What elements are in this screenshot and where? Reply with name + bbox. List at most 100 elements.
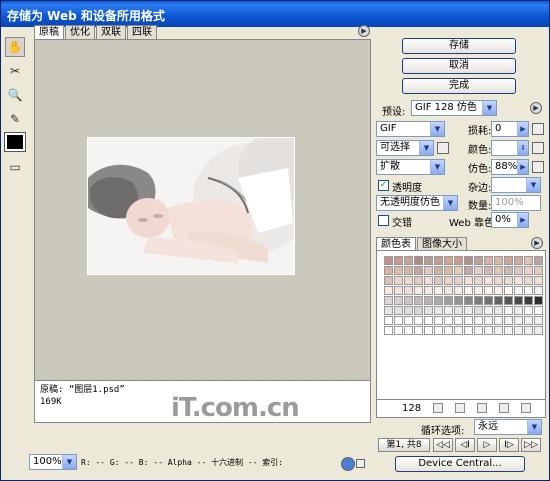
color-table-menu-button[interactable]: ▶ [531,237,543,249]
color-swatch[interactable] [474,306,483,315]
transparency-dither-select[interactable]: 无透明度仿色 ▼ [376,195,458,211]
color-swatch[interactable] [514,306,523,315]
transparency-checkbox[interactable]: ✓ [378,180,389,191]
optimize-menu-button[interactable]: ▶ [530,102,542,114]
tab-image-size[interactable]: 图像大小 [417,237,467,251]
done-button[interactable]: 完成 [402,78,516,94]
color-swatch[interactable] [384,306,393,315]
color-swatch[interactable] [414,316,423,325]
tab-optimized[interactable]: 优化 [65,25,95,39]
eyedropper-color-swatch[interactable] [4,132,26,152]
color-swatch[interactable] [484,316,493,325]
color-swatch[interactable] [464,306,473,315]
color-swatch[interactable] [414,306,423,315]
dither-mask-icon[interactable] [532,161,544,173]
amount-field[interactable]: 100% [491,195,541,211]
lock-color-icon[interactable] [477,403,487,413]
color-swatch[interactable] [404,316,413,325]
color-swatch[interactable] [484,286,493,295]
color-swatch[interactable] [454,286,463,295]
color-swatch[interactable] [504,276,513,285]
color-swatch[interactable] [444,306,453,315]
color-swatch[interactable] [504,316,513,325]
color-swatch[interactable] [424,286,433,295]
color-swatch[interactable] [504,306,513,315]
color-swatch[interactable] [384,316,393,325]
color-swatch[interactable] [504,286,513,295]
color-swatch[interactable] [404,296,413,305]
color-swatch[interactable] [484,276,493,285]
color-swatch[interactable] [414,266,423,275]
color-swatch[interactable] [494,316,503,325]
color-swatch[interactable] [524,326,533,335]
tab-2up[interactable]: 双联 [96,25,126,39]
color-swatch[interactable] [504,256,513,265]
image-preview-area[interactable] [34,39,371,381]
color-swatch[interactable] [424,256,433,265]
color-swatch[interactable] [454,266,463,275]
color-swatch[interactable] [454,306,463,315]
zoom-tool[interactable]: 🔍 [5,85,25,105]
color-swatch[interactable] [424,316,433,325]
preview-menu-button[interactable]: ▶ [358,25,370,37]
color-swatch[interactable] [454,316,463,325]
color-swatch[interactable] [434,266,443,275]
play-button[interactable]: ▷ [477,438,497,452]
device-central-button[interactable]: Device Central... [395,456,525,472]
color-swatch[interactable] [424,276,433,285]
color-swatch[interactable] [444,266,453,275]
color-swatch[interactable] [534,276,543,285]
color-swatch[interactable] [514,296,523,305]
color-swatch[interactable] [394,296,403,305]
color-swatch[interactable] [494,266,503,275]
color-swatch[interactable] [494,326,503,335]
trash-icon[interactable] [521,403,531,413]
color-swatch[interactable] [434,286,443,295]
zoom-select[interactable]: 100% ▼ [29,454,77,470]
tab-original[interactable]: 原稿 [34,25,64,39]
color-swatch[interactable] [404,276,413,285]
color-swatch[interactable] [454,256,463,265]
color-swatch[interactable] [454,276,463,285]
color-swatch[interactable] [404,326,413,335]
reduction-mask-icon[interactable] [437,142,449,154]
color-swatch[interactable] [394,326,403,335]
color-swatch[interactable] [474,276,483,285]
loop-options-select[interactable]: 永远 ▼ [474,419,542,435]
color-swatch[interactable] [424,296,433,305]
next-frame-button[interactable]: I▷ [499,438,519,452]
color-swatch[interactable] [464,296,473,305]
color-swatch[interactable] [464,316,473,325]
color-swatch[interactable] [474,286,483,295]
color-swatch[interactable] [474,326,483,335]
color-swatch[interactable] [414,256,423,265]
color-swatch[interactable] [494,256,503,265]
color-swatch[interactable] [514,286,523,295]
color-swatch[interactable] [394,266,403,275]
colors-field[interactable]: ⇕ [491,140,529,156]
color-swatch[interactable] [404,266,413,275]
cancel-button[interactable]: 取消 [402,58,516,74]
new-color-icon[interactable] [499,403,509,413]
color-swatch[interactable] [504,296,513,305]
color-swatch[interactable] [484,326,493,335]
color-swatch[interactable] [484,256,493,265]
color-swatch[interactable] [524,276,533,285]
browser-menu-icon[interactable] [356,459,365,468]
color-swatch[interactable] [444,276,453,285]
color-swatch[interactable] [384,276,393,285]
dither-field[interactable]: 88% ▶ [491,159,529,175]
tab-4up[interactable]: 四联 [127,25,157,39]
lossy-field[interactable]: 0 ▶ [491,121,529,137]
color-swatch[interactable] [464,326,473,335]
color-swatch[interactable] [524,256,533,265]
color-swatch[interactable] [394,286,403,295]
color-swatch[interactable] [464,286,473,295]
color-swatch[interactable] [524,266,533,275]
color-swatch[interactable] [524,286,533,295]
color-swatch[interactable] [494,286,503,295]
map-transparent-icon[interactable] [433,403,443,413]
color-swatch[interactable] [384,296,393,305]
color-swatch[interactable] [394,256,403,265]
color-swatch[interactable] [534,316,543,325]
